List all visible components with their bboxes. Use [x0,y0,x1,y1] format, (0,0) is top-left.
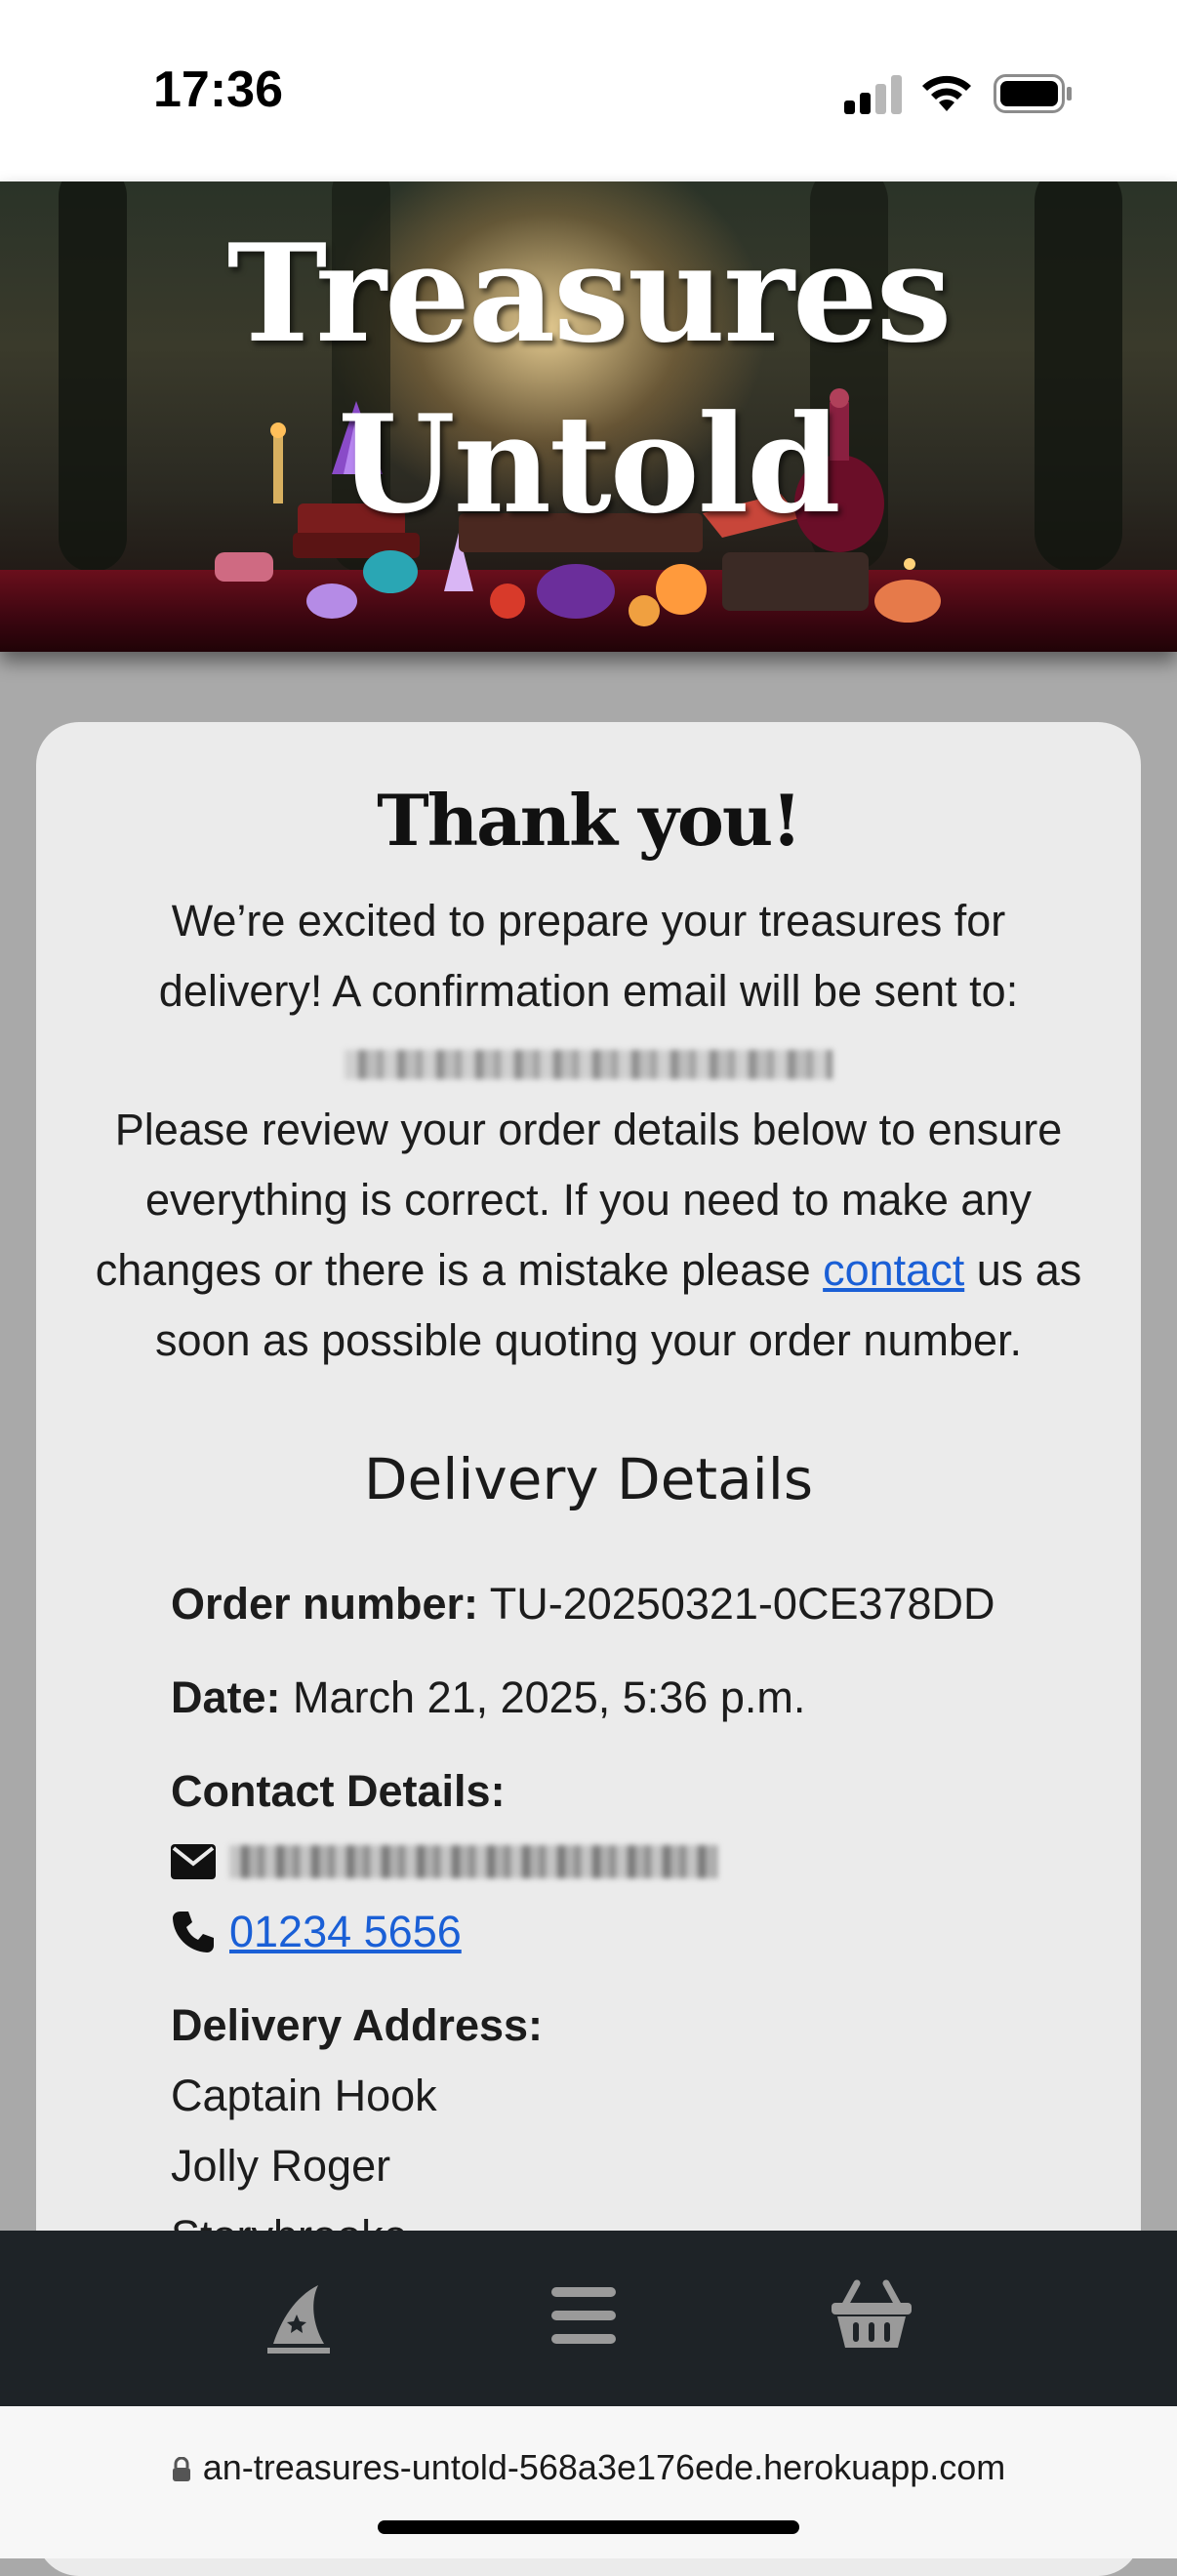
browser-url-bar[interactable]: an-treasures-untold-568a3e176ede.herokua… [0,2406,1177,2558]
envelope-icon [171,1844,216,1879]
bottom-nav [0,2231,1177,2406]
phone-icon [173,1912,214,1952]
url-text: an-treasures-untold-568a3e176ede.herokua… [202,2447,1006,2487]
status-bar: 17:36 [0,0,1177,181]
lock-icon [172,2457,190,2482]
site-title-line2[interactable]: Untold [0,382,1177,547]
hero-banner: Treasures Untold [0,181,1177,652]
date-value: March 21, 2025, 5:36 p.m. [293,1672,806,1722]
address-line: Captain Hook [171,2071,437,2120]
phone-link[interactable]: 01234 5656 [229,1897,462,1967]
order-number-label: Order number: [171,1579,479,1629]
contact-details-label: Contact Details: [171,1766,506,1816]
order-number-value: TU-20250321-0CE378DD [489,1579,995,1629]
redacted-contact-email [229,1845,717,1878]
site-title-line1[interactable]: Treasures [0,211,1177,377]
delivery-details: Order number: TU-20250321-0CE378DD Date:… [171,1569,1088,2295]
review-instructions: Please review your order details below t… [85,1095,1092,1376]
contact-email-line [171,1827,1088,1897]
url-display[interactable]: an-treasures-untold-568a3e176ede.herokua… [0,2447,1177,2488]
basket-icon[interactable] [832,2279,912,2350]
delivery-details-heading: Delivery Details [363,1446,814,1512]
date-row: Date: March 21, 2025, 5:36 p.m. [171,1663,1088,1733]
wizard-hat-icon[interactable] [262,2281,336,2355]
date-label: Date: [171,1672,281,1722]
home-indicator [378,2520,799,2534]
contact-link[interactable]: contact [823,1245,964,1295]
battery-icon [994,74,1072,113]
order-number-row: Order number: TU-20250321-0CE378DD [171,1569,1088,1639]
contact-details: Contact Details: 01234 5656 [171,1756,1088,1967]
status-time: 17:36 [153,61,283,118]
delivery-address-label: Delivery Address: [171,2000,544,2050]
delivery-address: Delivery Address: Captain Hook Jolly Rog… [171,1991,1088,2272]
contact-phone-line: 01234 5656 [171,1897,1088,1967]
address-line: Jolly Roger [171,2141,391,2191]
wifi-icon [922,75,971,111]
menu-icon[interactable] [551,2285,616,2346]
thank-you-heading: Thank you! [377,779,802,862]
confirmation-email-text: We’re excited to prepare your treasures … [158,896,1019,1016]
redacted-email [345,1050,832,1080]
cellular-signal-icon [844,75,902,114]
confirmation-intro: We’re excited to prepare your treasures … [85,886,1092,1376]
